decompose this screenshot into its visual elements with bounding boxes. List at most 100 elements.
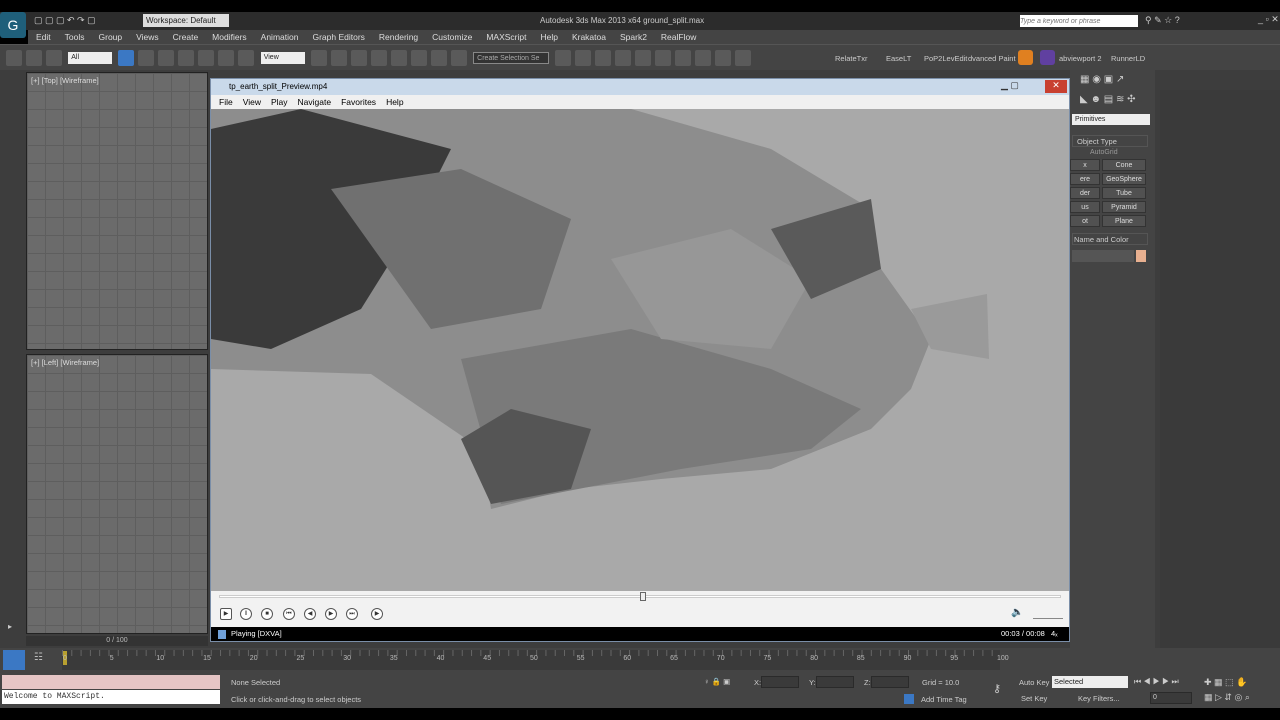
workspace-dropdown[interactable]: Workspace: Default	[143, 14, 229, 27]
plugin-easelt[interactable]: EaseLT	[886, 54, 911, 63]
forward-button[interactable]: ▶	[325, 608, 337, 620]
help-icons[interactable]: ⚲ ✎ ☆ ?	[1145, 15, 1180, 26]
plugin-pop2levedit[interactable]: PoP2LevEdit	[924, 54, 967, 63]
volume-icon[interactable]: 🔈	[1011, 607, 1023, 618]
edit-named-sel-icon[interactable]	[450, 50, 467, 66]
select-object-icon[interactable]	[118, 50, 135, 66]
maxscript-output[interactable]: Welcome to MAXScript.	[2, 690, 220, 704]
viewport-nav-icons-2[interactable]: ▦ ▷ ⇵ ◎ ⌕	[1204, 692, 1250, 703]
previous-button[interactable]: ⏮	[283, 608, 295, 620]
flame-plugin-icon[interactable]	[1018, 50, 1033, 65]
name-color-rollout[interactable]: Name and Color	[1072, 233, 1148, 245]
menu-views[interactable]: Views	[136, 32, 159, 42]
cone-button[interactable]: Cone	[1102, 159, 1146, 171]
seek-thumb[interactable]	[640, 592, 646, 601]
plugin-runnerld[interactable]: RunnerLD	[1111, 54, 1145, 63]
y-coordinate-field[interactable]	[816, 676, 854, 688]
current-frame-field[interactable]: 0	[1150, 692, 1192, 704]
isolate-icon[interactable]: ♀ 🔒 ▣	[704, 677, 730, 686]
expand-arrow-icon[interactable]: ▸	[8, 622, 12, 631]
time-slider[interactable]: 0 / 100	[26, 636, 208, 646]
pause-button[interactable]: ǁ	[240, 608, 252, 620]
plugin-advanced-paint[interactable]: dvanced Paint	[968, 54, 1016, 63]
rewind-button[interactable]: ◀	[304, 608, 316, 620]
menu-help[interactable]: Help	[540, 32, 557, 42]
unlink-icon[interactable]	[26, 50, 42, 66]
volume-slider[interactable]	[1033, 611, 1063, 619]
schematic-icon[interactable]	[655, 50, 672, 66]
add-time-tag[interactable]: Add Time Tag	[921, 695, 967, 704]
seek-bar[interactable]	[219, 592, 1061, 601]
play-button[interactable]: ▶	[220, 608, 232, 620]
menu-animation[interactable]: Animation	[261, 32, 299, 42]
key-mode-dropdown[interactable]: Selected	[1052, 676, 1128, 688]
menu-rendering[interactable]: Rendering	[379, 32, 418, 42]
viewport-label[interactable]: [+] [Left] [Wireframe]	[31, 358, 99, 367]
auto-key-button[interactable]: Auto Key	[1019, 678, 1049, 687]
viewport-label[interactable]: [+] [Top] [Wireframe]	[31, 76, 99, 85]
player-menu-file[interactable]: File	[219, 97, 233, 107]
tube-button[interactable]: Tube	[1102, 187, 1146, 199]
viewport-nav-icons[interactable]: ✚ ▦ ⬚ ✋	[1204, 677, 1247, 688]
window-crossing-icon[interactable]	[178, 50, 195, 66]
rect-region-icon[interactable]	[158, 50, 175, 66]
maxscript-listener-input[interactable]	[2, 675, 220, 689]
speed-icon[interactable]: 4ₓ	[1051, 627, 1058, 641]
layer-icon[interactable]	[595, 50, 612, 66]
selection-filter-dropdown[interactable]: All	[68, 52, 113, 64]
spinner-snap-icon[interactable]	[430, 50, 447, 66]
player-menu-help[interactable]: Help	[386, 97, 403, 107]
playback-controls[interactable]: ⏮ ◀ ▶ ▶ ⏭	[1134, 677, 1179, 687]
menu-tools[interactable]: Tools	[65, 32, 85, 42]
manipulate-icon[interactable]	[330, 50, 347, 66]
viewport-layout-icon[interactable]	[3, 650, 25, 670]
close-button[interactable]: ✕	[1045, 80, 1067, 93]
object-color-swatch[interactable]	[1136, 250, 1146, 262]
p-plugin-icon[interactable]	[1040, 50, 1055, 65]
video-frame[interactable]	[211, 109, 1069, 591]
render-frame-icon[interactable]	[715, 50, 732, 66]
mirror-icon[interactable]	[555, 50, 572, 66]
cylinder-button[interactable]: der	[1070, 187, 1100, 199]
category-dropdown[interactable]: Primitives	[1072, 114, 1150, 125]
player-menu-view[interactable]: View	[243, 97, 261, 107]
geosphere-button[interactable]: GeoSphere	[1102, 173, 1146, 185]
menu-create[interactable]: Create	[173, 32, 199, 42]
align-icon[interactable]	[575, 50, 592, 66]
key-filters-button[interactable]: Key Filters...	[1078, 694, 1120, 703]
x-coordinate-field[interactable]	[761, 676, 799, 688]
object-name-input[interactable]	[1072, 250, 1134, 262]
plane-button[interactable]: Plane	[1102, 215, 1146, 227]
select-by-name-icon[interactable]	[138, 50, 155, 66]
menu-edit[interactable]: Edit	[36, 32, 51, 42]
viewport-left[interactable]: [+] [Left] [Wireframe]	[26, 354, 208, 634]
menu-realflow[interactable]: RealFlow	[661, 32, 696, 42]
curve-editor-icon[interactable]	[635, 50, 652, 66]
plugin-relatetxr[interactable]: RelateTxr	[835, 54, 868, 63]
z-coordinate-field[interactable]	[871, 676, 909, 688]
teapot-button[interactable]: ot	[1070, 215, 1100, 227]
menu-customize[interactable]: Customize	[432, 32, 472, 42]
viewport-top[interactable]: [+] [Top] [Wireframe]	[26, 72, 208, 350]
next-button[interactable]: ⏭	[346, 608, 358, 620]
menu-maxscript[interactable]: MAXScript	[486, 32, 526, 42]
pyramid-button[interactable]: Pyramid	[1102, 201, 1146, 213]
menu-modifiers[interactable]: Modifiers	[212, 32, 246, 42]
link-icon[interactable]	[6, 50, 22, 66]
menu-group[interactable]: Group	[99, 32, 123, 42]
set-key-button[interactable]: Set Key	[1021, 694, 1047, 703]
time-tag-icon[interactable]	[904, 694, 914, 704]
player-menu-play[interactable]: Play	[271, 97, 288, 107]
plugin-abviewport[interactable]: abviewport 2	[1059, 54, 1102, 63]
named-selection-dropdown[interactable]: Create Selection Se	[473, 52, 550, 64]
autogrid-checkbox[interactable]: AutoGrid	[1090, 149, 1118, 156]
scale-icon[interactable]	[238, 50, 255, 66]
bind-spacewarp-icon[interactable]	[46, 50, 62, 66]
material-editor-icon[interactable]	[675, 50, 692, 66]
box-button[interactable]: x	[1070, 159, 1100, 171]
track-bar-toggle-icon[interactable]: ☷	[34, 652, 43, 663]
key-icon[interactable]: ⚷	[993, 682, 1001, 695]
render-setup-icon[interactable]	[695, 50, 712, 66]
panel-tabs-icons[interactable]: ▦ ◉ ▣ ↗	[1080, 74, 1124, 85]
player-window-controls[interactable]: ▁ ▢	[1001, 80, 1019, 91]
